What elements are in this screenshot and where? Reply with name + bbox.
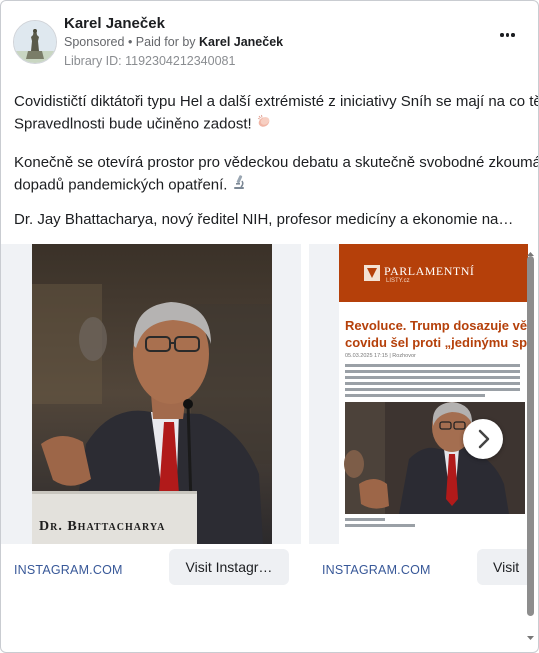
card-cta-row: INSTAGRAM.COM Visit Instagr… — [1, 544, 301, 594]
article-headline-line: Revoluce. Trump dosazuje vědce — [345, 318, 528, 333]
article-date: 05.03.2025 17:15 | Rozhovor — [345, 353, 416, 359]
chevron-right-icon — [478, 429, 490, 449]
library-id: Library ID: 1192304212340081 — [64, 54, 236, 68]
brand-name: PARLAMENTNÍ — [384, 264, 475, 278]
card-domain[interactable]: INSTAGRAM.COM — [322, 563, 431, 577]
more-options-icon[interactable] — [493, 27, 521, 43]
post-text-line: Covidističtí diktátoři typu Hel a další … — [14, 93, 539, 110]
scrollbar-thumb[interactable] — [527, 256, 534, 616]
microscope-icon — [231, 174, 247, 197]
author-name[interactable]: Karel Janeček — [64, 15, 165, 32]
ad-card: Karel Janeček Sponsored • Paid for by Ka… — [0, 0, 539, 653]
visit-button[interactable]: Visit — [477, 549, 528, 585]
carousel-next-button[interactable] — [463, 419, 503, 459]
post-text-line: dopadů pandemických opatření. — [14, 174, 247, 197]
paid-for-prefix: • Paid for by — [124, 35, 200, 49]
visit-instagram-button[interactable]: Visit Instagr… — [169, 549, 289, 585]
brand-sub: LISTY.cz — [386, 278, 410, 284]
carousel-image-1[interactable]: Dr. Bhattacharya — [1, 244, 301, 544]
paid-for-name[interactable]: Karel Janeček — [199, 35, 283, 49]
sponsored-line: Sponsored • Paid for by Karel Janeček — [64, 35, 283, 49]
carousel-card[interactable]: Dr. Bhattacharya INSTAGRAM.COM Visit Ins… — [1, 244, 301, 594]
card-cta-row: INSTAGRAM.COM Visit — [309, 544, 528, 594]
article-headline-line: covidu šel proti „jedinýmu správn — [345, 335, 528, 350]
media-carousel: Dr. Bhattacharya INSTAGRAM.COM Visit Ins… — [1, 244, 528, 594]
post-text-line: Spravedlnosti bude učiněno zadost! — [14, 113, 272, 136]
card-domain[interactable]: INSTAGRAM.COM — [14, 563, 123, 577]
carousel-image-2[interactable]: PARLAMENTNÍ LISTY.cz Revoluce. Trump dos… — [309, 244, 528, 544]
scroll-down-arrow[interactable] — [526, 629, 535, 640]
clapping-hands-icon — [256, 113, 272, 136]
post-text-segment: dopadů pandemických opatření. — [14, 176, 228, 194]
post-text-segment: Spravedlnosti bude učiněno zadost! — [14, 115, 252, 133]
sponsored-label: Sponsored — [64, 35, 125, 49]
post-text-line: Dr. Jay Bhattacharya, nový ředitel NIH, … — [14, 211, 514, 228]
nameplate-text: Dr. Bhattacharya — [39, 519, 166, 534]
scroll-up-arrow[interactable] — [526, 245, 535, 256]
author-avatar[interactable] — [13, 20, 57, 64]
post-text-line: Konečně se otevírá prostor pro vědeckou … — [14, 154, 539, 171]
